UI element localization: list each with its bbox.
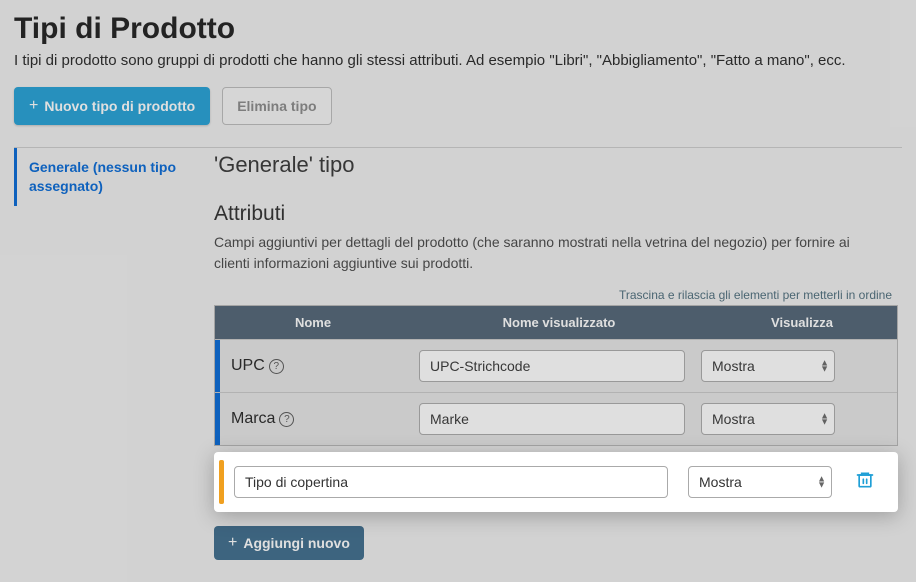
add-new-label: Aggiungi nuovo	[243, 535, 350, 551]
new-attribute-name-input[interactable]	[234, 466, 668, 498]
attributes-description: Campi aggiuntivi per dettagli del prodot…	[214, 232, 854, 274]
new-product-type-button[interactable]: + Nuovo tipo di prodotto	[14, 87, 210, 125]
drag-hint: Trascina e rilascia gli elementi per met…	[214, 288, 898, 302]
display-name-input[interactable]	[419, 403, 685, 435]
attribute-name: Marca	[231, 410, 275, 428]
sidebar-item-label: Generale (nessun tipo assegnato)	[29, 159, 176, 194]
type-sidebar: Generale (nessun tipo assegnato)	[14, 148, 210, 570]
attributes-heading: Attributi	[214, 202, 898, 226]
new-attribute-show-select[interactable]: Mostra	[688, 466, 832, 498]
page-subtitle: I tipi di prodotto sono gruppi di prodot…	[14, 52, 902, 69]
show-select[interactable]: Mostra	[701, 403, 835, 435]
sidebar-item-generale[interactable]: Generale (nessun tipo assegnato)	[14, 148, 210, 206]
plus-icon: +	[228, 535, 237, 551]
show-select[interactable]: Mostra	[701, 350, 835, 382]
attributes-table: Nome Nome visualizzato Visualizza UPC ?	[214, 305, 898, 446]
table-row[interactable]: UPC ? Mostra ▲▼	[215, 339, 897, 392]
delete-type-label: Elimina tipo	[237, 98, 316, 114]
page-title: Tipi di Prodotto	[14, 12, 902, 46]
new-product-type-label: Nuovo tipo di prodotto	[44, 98, 195, 114]
column-name: Nome	[215, 306, 411, 339]
type-title: 'Generale' tipo	[214, 152, 898, 178]
trash-icon[interactable]	[855, 477, 875, 494]
plus-icon: +	[29, 98, 38, 114]
new-attribute-row: Mostra ▲▼	[214, 452, 898, 512]
delete-type-button[interactable]: Elimina tipo	[222, 87, 331, 125]
help-icon[interactable]: ?	[279, 412, 294, 427]
column-show: Visualizza	[707, 306, 897, 339]
attribute-name: UPC	[231, 357, 265, 375]
add-new-attribute-button[interactable]: + Aggiungi nuovo	[214, 526, 364, 560]
table-row[interactable]: Marca ? Mostra ▲▼	[215, 392, 897, 445]
display-name-input[interactable]	[419, 350, 685, 382]
help-icon[interactable]: ?	[269, 359, 284, 374]
column-display-name: Nome visualizzato	[411, 306, 707, 339]
